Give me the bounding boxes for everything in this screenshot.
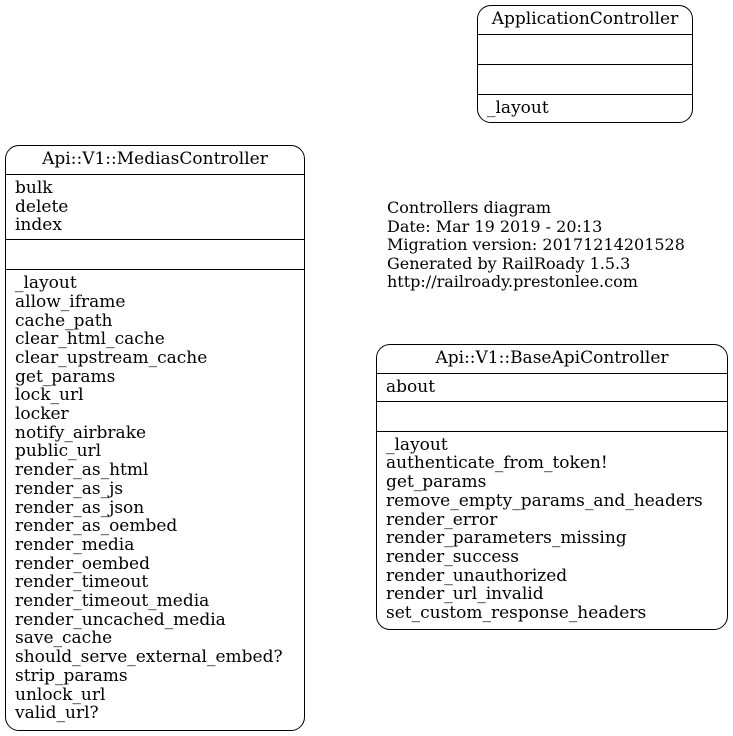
- method-item: _layout: [386, 434, 448, 455]
- method-item: render_unauthorized: [386, 565, 568, 586]
- method-item: clear_upstream_cache: [15, 347, 208, 368]
- base-api-controller-node: Api::V1::BaseApiController about _layout…: [376, 344, 728, 630]
- method-item: public_url: [15, 441, 102, 462]
- method-item: get_params: [15, 366, 116, 387]
- method-item: allow_iframe: [15, 291, 126, 312]
- method-item: render_media: [15, 534, 135, 555]
- info-line: http://railroady.prestonlee.com: [387, 272, 638, 291]
- info-line: Generated by RailRoady 1.5.3: [387, 253, 631, 273]
- method-item: clear_html_cache: [15, 329, 165, 350]
- method-item: render_as_json: [15, 497, 145, 518]
- diagram-info: Controllers diagram Date: Mar 19 2019 - …: [387, 198, 685, 292]
- method-item: save_cache: [15, 628, 113, 649]
- method-item: get_params: [386, 472, 487, 493]
- public-methods-section: about: [377, 374, 727, 402]
- protected-methods-section: [6, 240, 304, 271]
- method-item: lock_url: [15, 385, 84, 406]
- medias-controller-node: Api::V1::MediasController bulk delete in…: [5, 145, 305, 731]
- method-item: valid_url?: [15, 703, 99, 724]
- public-methods-section: bulk delete index: [6, 175, 304, 241]
- method-item: render_timeout: [15, 572, 149, 593]
- method-item: index: [15, 215, 62, 236]
- method-item: set_custom_response_headers: [386, 603, 647, 624]
- node-title: Api::V1::MediasController: [6, 146, 304, 175]
- method-item: unlock_url: [15, 684, 106, 705]
- method-item: notify_airbrake: [15, 422, 147, 443]
- method-item: bulk: [15, 178, 53, 198]
- node-title: Api::V1::BaseApiController: [377, 345, 727, 374]
- method-item: delete: [15, 196, 69, 217]
- method-item: render_error: [386, 509, 498, 530]
- method-item: render_oembed: [15, 553, 150, 574]
- node-title: ApplicationController: [478, 6, 692, 35]
- method-item: about: [386, 377, 436, 397]
- method-item: strip_params: [15, 665, 128, 686]
- method-item: render_parameters_missing: [386, 528, 627, 549]
- info-line: Controllers diagram: [387, 198, 552, 217]
- private-methods-section: _layout allow_iframe cache_path clear_ht…: [6, 270, 304, 727]
- method-item: render_as_js: [15, 478, 124, 499]
- method-item: _layout: [15, 273, 77, 294]
- method-item: remove_empty_params_and_headers: [386, 490, 703, 511]
- info-line: Migration version: 20171214201528: [387, 235, 685, 254]
- info-line: Date: Mar 19 2019 - 20:13: [387, 216, 603, 236]
- method-item: cache_path: [15, 310, 113, 331]
- method-item: render_as_oembed: [15, 516, 178, 537]
- method-item: authenticate_from_token!: [386, 453, 608, 474]
- private-methods-section: _layout: [478, 95, 692, 122]
- method-item: render_timeout_media: [15, 591, 210, 612]
- method-item: render_uncached_media: [15, 609, 226, 630]
- method-item: locker: [15, 404, 69, 425]
- public-methods-section: [478, 35, 692, 65]
- method-item: should_serve_external_embed?: [15, 647, 283, 668]
- method-item: _layout: [487, 98, 549, 118]
- application-controller-node: ApplicationController _layout: [477, 5, 693, 123]
- protected-methods-section: [478, 65, 692, 95]
- method-item: render_as_html: [15, 460, 149, 481]
- method-item: render_success: [386, 546, 519, 567]
- private-methods-section: _layout authenticate_from_token! get_par…: [377, 432, 727, 627]
- protected-methods-section: [377, 402, 727, 432]
- method-item: render_url_invalid: [386, 584, 544, 605]
